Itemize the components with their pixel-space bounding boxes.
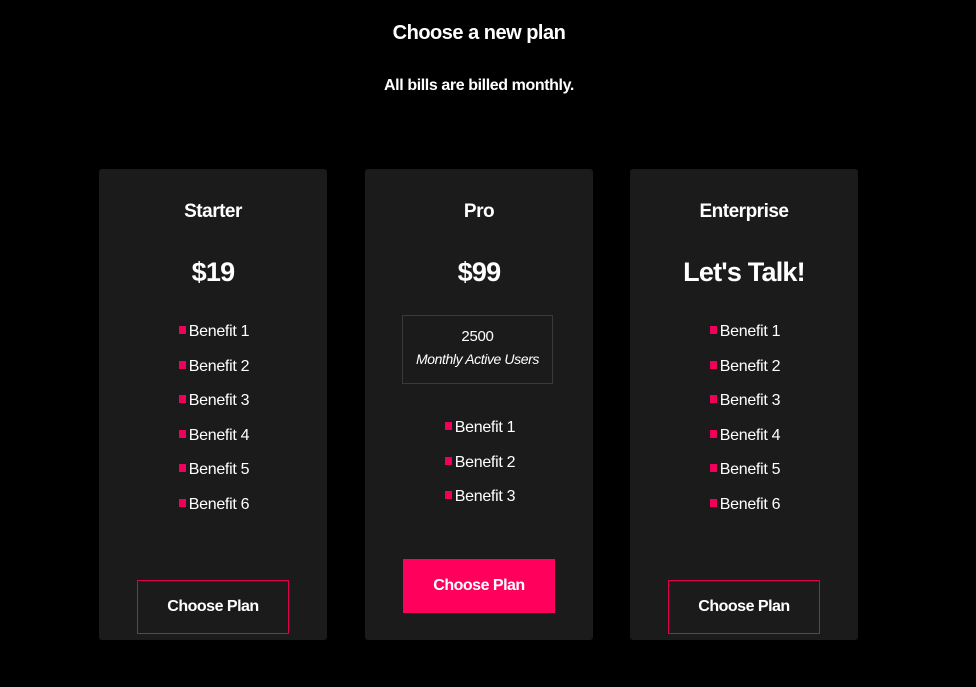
benefit-label: Benefit 1 bbox=[188, 323, 250, 340]
benefit-label: Benefit 6 bbox=[719, 495, 781, 513]
benefit-item: Benefit 3 bbox=[99, 392, 327, 427]
benefit-label: Benefit 5 bbox=[719, 461, 781, 479]
benefit-list: Benefit 1 Benefit 2 Benefit 3 bbox=[365, 419, 593, 523]
benefit-label: Benefit 4 bbox=[719, 426, 781, 444]
usage-label: Monthly Active Users bbox=[416, 351, 539, 367]
benefit-label: Benefit 3 bbox=[188, 392, 250, 410]
benefit-label: Benefit 4 bbox=[188, 426, 250, 444]
square-bullet-icon bbox=[444, 422, 452, 430]
square-bullet-icon bbox=[444, 456, 452, 465]
plan-name: Pro bbox=[463, 201, 495, 222]
benefit-item: Benefit 1 bbox=[99, 323, 327, 358]
plan-name: Starter bbox=[184, 201, 242, 222]
benefit-item: Benefit 1 bbox=[365, 419, 593, 454]
benefit-label: Benefit 2 bbox=[188, 357, 250, 375]
benefit-item: Benefit 6 bbox=[99, 496, 327, 531]
plan-card-starter: Starter $19 Benefit 1 Benefit 2 Benefit … bbox=[99, 169, 327, 640]
plan-name: Enterprise bbox=[699, 201, 789, 222]
square-bullet-icon bbox=[178, 429, 186, 438]
usage-box: 2500 Monthly Active Users bbox=[402, 315, 553, 384]
benefit-item: Benefit 2 bbox=[99, 358, 327, 393]
choose-plan-button-starter[interactable]: Choose Plan bbox=[137, 580, 289, 634]
benefit-label: Benefit 2 bbox=[719, 357, 781, 375]
page-title: Choose a new plan bbox=[392, 22, 566, 44]
square-bullet-icon bbox=[178, 464, 186, 473]
square-bullet-icon bbox=[178, 360, 186, 369]
benefit-item: Benefit 5 bbox=[99, 461, 327, 496]
square-bullet-icon bbox=[709, 360, 717, 369]
benefit-label: Benefit 5 bbox=[188, 461, 250, 479]
benefit-item: Benefit 5 bbox=[630, 461, 858, 496]
usage-value: 2500 bbox=[461, 328, 494, 345]
benefit-item: Benefit 3 bbox=[365, 488, 593, 523]
square-bullet-icon bbox=[709, 326, 717, 334]
benefit-list: Benefit 1 Benefit 2 Benefit 3 Benefit 4 … bbox=[630, 323, 858, 531]
square-bullet-icon bbox=[709, 395, 717, 404]
benefit-item: Benefit 2 bbox=[365, 454, 593, 489]
benefit-item: Benefit 2 bbox=[630, 358, 858, 393]
plan-card-pro: Pro $99 2500 Monthly Active Users Benefi… bbox=[365, 169, 593, 640]
benefit-label: Benefit 3 bbox=[719, 392, 781, 410]
square-bullet-icon bbox=[178, 498, 186, 507]
square-bullet-icon bbox=[709, 498, 717, 507]
choose-plan-button-pro[interactable]: Choose Plan bbox=[403, 559, 555, 613]
plan-card-enterprise: Enterprise Let's Talk! Benefit 1 Benefit… bbox=[630, 169, 858, 640]
plan-price: $99 bbox=[457, 257, 501, 287]
benefit-item: Benefit 4 bbox=[630, 427, 858, 462]
choose-plan-button-enterprise[interactable]: Choose Plan bbox=[668, 580, 820, 634]
square-bullet-icon bbox=[178, 326, 186, 334]
plan-price: Let's Talk! bbox=[683, 257, 805, 287]
benefit-item: Benefit 3 bbox=[630, 392, 858, 427]
benefit-label: Benefit 1 bbox=[454, 419, 516, 436]
benefit-list: Benefit 1 Benefit 2 Benefit 3 Benefit 4 … bbox=[99, 323, 327, 531]
benefit-item: Benefit 6 bbox=[630, 496, 858, 531]
square-bullet-icon bbox=[178, 395, 186, 404]
benefit-item: Benefit 1 bbox=[630, 323, 858, 358]
page-subtitle: All bills are billed monthly. bbox=[384, 77, 574, 94]
benefit-label: Benefit 3 bbox=[454, 488, 516, 506]
square-bullet-icon bbox=[444, 491, 452, 500]
benefit-item: Benefit 4 bbox=[99, 427, 327, 462]
pricing-page: Choose a new plan All bills are billed m… bbox=[0, 0, 976, 687]
plan-price: $19 bbox=[191, 257, 235, 287]
square-bullet-icon bbox=[709, 429, 717, 438]
benefit-label: Benefit 2 bbox=[454, 453, 516, 471]
benefit-label: Benefit 6 bbox=[188, 495, 250, 513]
benefit-label: Benefit 1 bbox=[719, 323, 781, 340]
square-bullet-icon bbox=[709, 464, 717, 473]
